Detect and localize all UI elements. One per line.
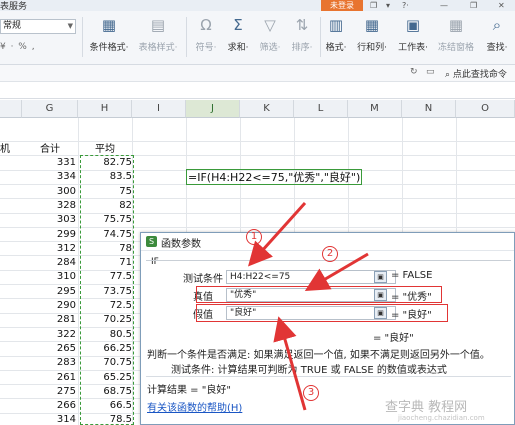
total-cell[interactable]: 314 (22, 413, 76, 425)
sort-icon: ⇅ (295, 16, 309, 34)
total-cell[interactable]: 281 (22, 313, 76, 327)
watermark: 查字典 教程网 (385, 400, 468, 415)
table-style-button[interactable]: ▤ 表格样式· (136, 16, 180, 60)
command-search[interactable]: ⌕ 点此查找命令 (445, 67, 507, 80)
format-icon: ▥ (328, 16, 344, 34)
header-cell-left[interactable]: 机 (0, 143, 10, 157)
conditional-format-icon: ▦ (101, 16, 117, 34)
step-marker-2: 2 (322, 246, 338, 262)
table-style-icon: ▤ (150, 16, 166, 34)
column-header-f[interactable] (0, 100, 22, 118)
settings-dropdown-icon[interactable]: ▾ (386, 0, 390, 11)
column-header-g[interactable]: G (22, 100, 78, 118)
header-cell-total[interactable]: 合计 (22, 143, 78, 157)
formula-bar[interactable] (0, 82, 515, 99)
find-icon: ⌕ (492, 16, 502, 34)
minimize-icon[interactable]: — (440, 0, 448, 11)
find-button[interactable]: ⌕ 查找· (481, 16, 513, 60)
number-format-buttons[interactable]: ¥ · % , (0, 42, 36, 52)
symbol-button[interactable]: Ω 符号· (192, 16, 220, 60)
divider (186, 17, 187, 57)
total-cell[interactable]: 290 (22, 299, 76, 313)
watermark-url: jiaocheng.chazidian.com (398, 414, 485, 422)
total-cell[interactable]: 299 (22, 228, 76, 242)
filter-button[interactable]: ▽ 筛选· (256, 16, 284, 60)
column-header-l[interactable]: L (294, 100, 348, 118)
freeze-panes-icon: ▦ (448, 16, 464, 34)
condition-result: = FALSE (391, 270, 433, 281)
total-cell[interactable]: 300 (22, 185, 76, 199)
function-description: 判断一个条件是否满足: 如果满足返回一个值, 如果不满足则返回另外一个值。 (147, 350, 490, 361)
total-cell[interactable]: 331 (22, 156, 76, 170)
conditional-format-button[interactable]: ▦ 条件格式· (87, 16, 131, 60)
total-cell[interactable]: 266 (22, 399, 76, 413)
sum-button[interactable]: Σ 求和· (224, 16, 252, 60)
total-cell[interactable]: 261 (22, 371, 76, 385)
active-cell-formula[interactable]: =IF(H4:H22<=75,"优秀","良好") (186, 169, 363, 185)
calculation-result: 计算结果 = "良好" (147, 385, 231, 396)
rows-columns-button[interactable]: ▦ 行和列· (355, 16, 389, 60)
rows-columns-icon: ▦ (364, 16, 380, 34)
total-cell[interactable]: 283 (22, 356, 76, 370)
omega-icon: Ω (200, 16, 212, 34)
close-icon[interactable]: ✕ (498, 0, 505, 11)
chevron-down-icon: ▼ (67, 22, 73, 30)
worksheet-button[interactable]: ▣ 工作表· (395, 16, 431, 60)
range-picker-icon[interactable]: ▣ (374, 271, 387, 283)
dialog-title: 函数参数 (161, 239, 201, 250)
login-badge[interactable]: 未登录 (321, 0, 363, 11)
function-help-link[interactable]: 有关该函数的帮助(H) (147, 399, 242, 414)
column-header-k[interactable]: K (240, 100, 294, 118)
divider (82, 17, 83, 57)
gridline (0, 141, 515, 142)
condition-input[interactable]: H4:H22<=75 (226, 270, 396, 284)
highlight-false-row (196, 304, 448, 322)
total-cell[interactable]: 312 (22, 242, 76, 256)
column-header-o[interactable]: O (456, 100, 515, 118)
copy-marquee (80, 155, 134, 425)
collapse-icon[interactable]: ▭ (426, 67, 435, 77)
total-cell[interactable]: 284 (22, 256, 76, 270)
ribbon: 常规 ▼ ¥ · % , ▦ 条件格式· ▤ 表格样式· Ω 符号· Σ 求和·… (0, 11, 515, 65)
freeze-panes-button[interactable]: ▦ 冻结窗格 (436, 16, 476, 60)
parameter-help: 测试条件: 计算结果可判断为 TRUE 或 FALSE 的数值或表达式 (171, 365, 447, 376)
total-cell[interactable]: 275 (22, 385, 76, 399)
step-marker-3: 3 (303, 385, 319, 401)
total-cell[interactable]: 322 (22, 328, 76, 342)
sigma-icon: Σ (233, 16, 243, 34)
share-icon[interactable]: ↻ (410, 67, 418, 77)
step-marker-1: 1 (246, 229, 262, 245)
filter-icon: ▽ (264, 16, 276, 34)
column-header-m[interactable]: M (348, 100, 402, 118)
total-cell[interactable]: 265 (22, 342, 76, 356)
column-header-i[interactable]: I (132, 100, 186, 118)
command-search-label: 点此查找命令 (452, 70, 507, 80)
column-header-j[interactable]: J (186, 100, 240, 118)
help-icon[interactable]: ?· (402, 0, 409, 11)
sort-button[interactable]: ⇅ 排序· (288, 16, 316, 60)
restore-icon[interactable]: ❐ (470, 0, 477, 11)
divider (320, 17, 321, 57)
title-bar: 表服务 未登录 ❐ ▾ ?· — ❐ ✕ (0, 0, 515, 12)
wps-logo-icon: S (146, 236, 157, 247)
divider (146, 376, 511, 377)
total-cell[interactable]: 328 (22, 199, 76, 213)
total-cell[interactable]: 310 (22, 270, 76, 284)
overall-result: = "良好" (373, 333, 414, 344)
skin-icon[interactable]: ❐ (370, 0, 377, 11)
total-cell[interactable]: 295 (22, 285, 76, 299)
total-cell[interactable]: 334 (22, 170, 76, 184)
number-format-select[interactable]: 常规 ▼ (0, 19, 76, 34)
number-format-value: 常规 (3, 21, 22, 31)
format-button[interactable]: ▥ 格式· (322, 16, 350, 60)
column-header-n[interactable]: N (402, 100, 456, 118)
column-header-h[interactable]: H (78, 100, 132, 118)
param-label-condition: 测试条件 (183, 274, 223, 285)
total-cell[interactable]: 303 (22, 213, 76, 227)
highlight-true-row (196, 286, 442, 303)
search-icon: ⌕ (445, 70, 453, 80)
sub-toolbar: ↻ ▭ ⌕ 点此查找命令 (0, 65, 515, 82)
worksheet-icon: ▣ (405, 16, 421, 34)
